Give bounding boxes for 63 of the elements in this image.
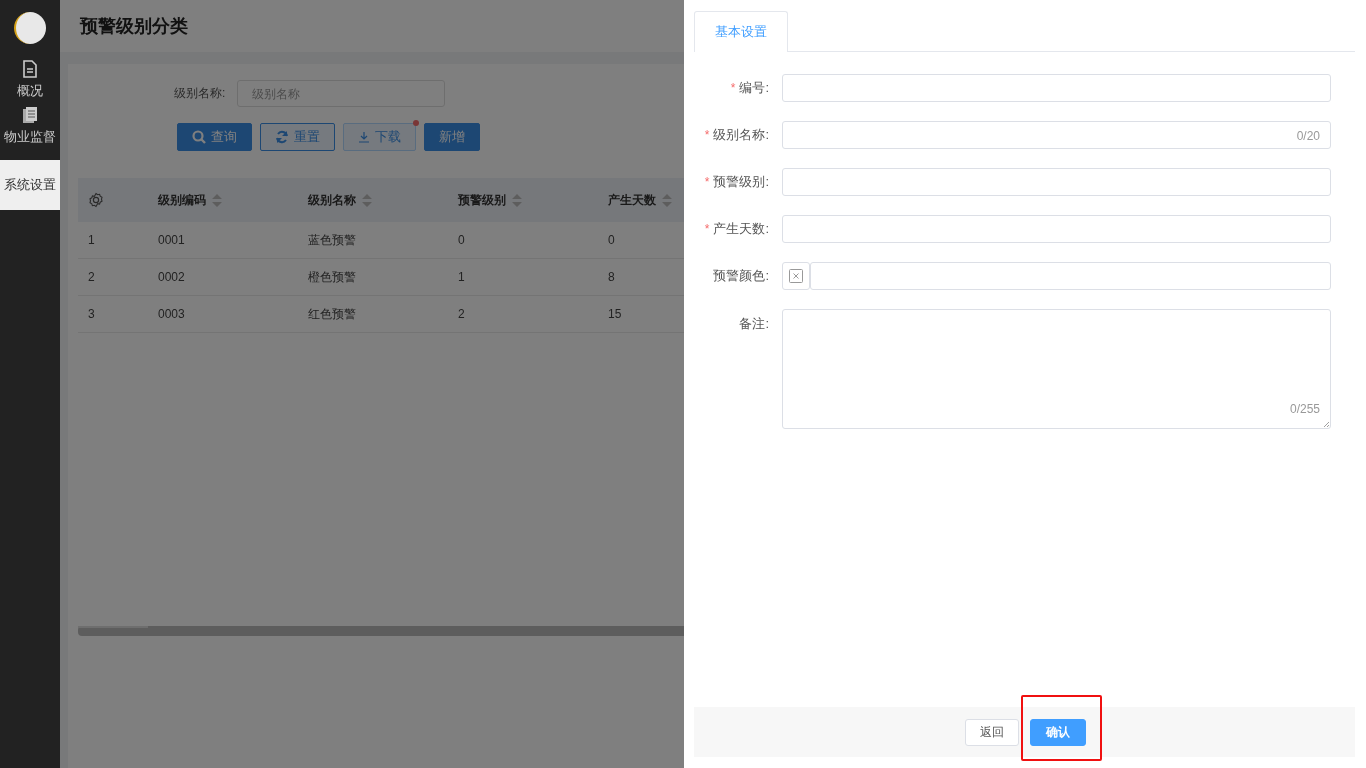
download-icon (358, 131, 370, 143)
toolbar-button[interactable]: 重置 (260, 123, 335, 151)
file-icon (22, 60, 38, 78)
required-mark: * (730, 81, 736, 95)
required-mark: * (704, 222, 710, 236)
close-icon (789, 269, 803, 283)
table-cell: 红色预警 (308, 305, 356, 323)
field-label: 预警级别: (713, 173, 769, 191)
table-cell: 3 (88, 307, 95, 321)
resize-handle-icon (1324, 422, 1329, 427)
table-cell: 0001 (158, 233, 185, 247)
input-field[interactable]: 0/20 (782, 121, 1331, 149)
toolbar-button[interactable]: 下载 (343, 123, 416, 151)
input-field[interactable] (782, 74, 1331, 102)
confirm-button[interactable]: 确认 (1030, 718, 1086, 746)
field-label: 备注: (739, 315, 769, 333)
table-cell: 1 (88, 233, 95, 247)
sort-icon (362, 193, 372, 207)
required-mark: * (704, 128, 710, 142)
table-cell: 15 (608, 307, 622, 321)
search-icon (192, 130, 206, 144)
field-label: 产生天数: (713, 220, 769, 238)
sidebar-item[interactable]: 概况 (0, 58, 60, 104)
back-button[interactable]: 返回 (965, 718, 1019, 746)
table-cell: 橙色预警 (308, 268, 356, 286)
tab[interactable]: 基本设置 (694, 11, 788, 52)
toolbar-button[interactable]: 查询 (177, 123, 252, 151)
table-cell: 0 (608, 233, 615, 247)
character-count: 0/255 (1289, 402, 1320, 416)
sort-icon (212, 193, 222, 207)
column-header[interactable]: 预警级别 (458, 191, 506, 209)
sort-icon (512, 193, 522, 207)
table-cell: 8 (608, 270, 615, 284)
character-count: 0/20 (1296, 129, 1320, 143)
input-field[interactable] (782, 215, 1331, 243)
field-label: 预警颜色: (713, 267, 769, 285)
table-cell: 蓝色预警 (308, 231, 356, 249)
column-header[interactable]: 级别名称 (308, 191, 356, 209)
table-cell: 0003 (158, 307, 185, 321)
required-mark: * (704, 175, 710, 189)
table-cell: 1 (458, 270, 465, 284)
refresh-icon (275, 130, 289, 144)
sidebar-item[interactable]: 物业监督 (0, 104, 60, 150)
sidebar-item[interactable]: 系统设置 (0, 160, 60, 210)
filter-label: 级别名称: (174, 85, 226, 102)
text-area[interactable]: 0/255 (782, 309, 1331, 429)
color-picker[interactable] (782, 262, 810, 290)
field-label: 编号: (739, 79, 769, 97)
input-field[interactable] (810, 262, 1331, 290)
settings-icon (88, 192, 104, 208)
table-cell: 0 (458, 233, 465, 247)
input-field[interactable] (782, 168, 1331, 196)
sort-icon (662, 193, 672, 207)
table-cell: 2 (88, 270, 95, 284)
table-cell: 2 (458, 307, 465, 321)
field-label: 级别名称: (713, 126, 769, 144)
avatar[interactable] (14, 12, 46, 44)
toolbar-button[interactable]: 新增 (424, 123, 480, 151)
table-cell: 0002 (158, 270, 185, 284)
page-title: 预警级别分类 (80, 15, 188, 38)
column-header[interactable]: 产生天数 (608, 191, 656, 209)
pages-icon (22, 106, 38, 124)
column-header[interactable]: 级别编码 (158, 191, 206, 209)
